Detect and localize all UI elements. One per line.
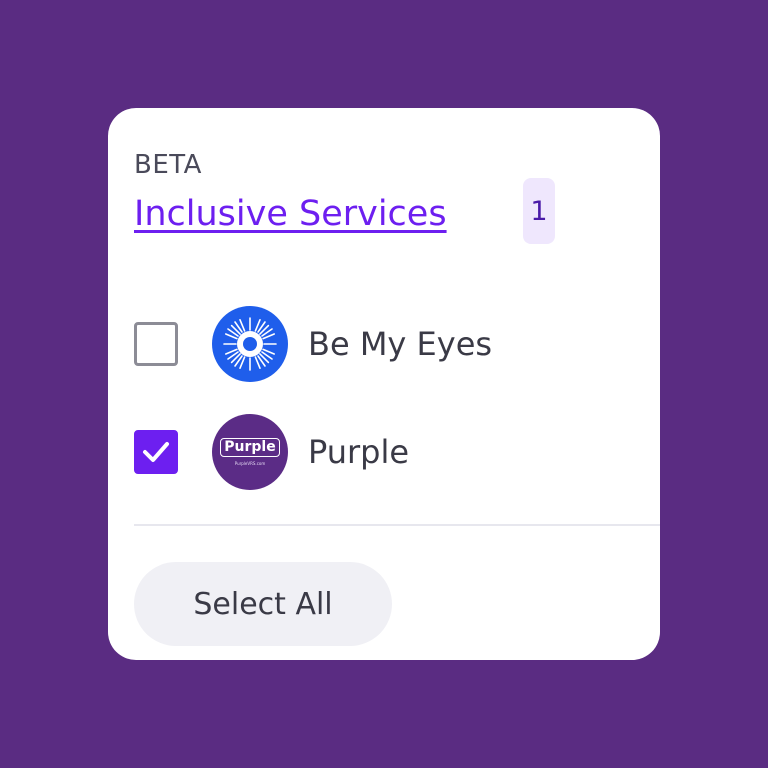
be-my-eyes-checkbox[interactable]: [134, 322, 178, 366]
purple-logo-icon: Purple PurpleVRS.com: [212, 414, 288, 490]
page-background: BETA Inclusive Services 1 Be My Eyes Pur…: [0, 0, 768, 768]
be-my-eyes-logo-icon: [212, 306, 288, 382]
purple-label: Purple: [308, 433, 410, 471]
services-card: BETA Inclusive Services 1 Be My Eyes Pur…: [108, 108, 660, 660]
divider: [134, 524, 660, 526]
count-badge: 1: [523, 178, 555, 244]
service-row-be-my-eyes[interactable]: Be My Eyes: [134, 306, 492, 382]
purple-logo-subtext: PurpleVRS.com: [234, 461, 266, 466]
be-my-eyes-label: Be My Eyes: [308, 325, 493, 363]
select-all-button[interactable]: Select All: [134, 562, 392, 646]
purple-logo-word: Purple: [220, 438, 280, 457]
purple-checkbox[interactable]: [134, 430, 178, 474]
service-row-purple[interactable]: Purple PurpleVRS.com Purple: [134, 414, 409, 490]
checkmark-icon: [143, 442, 169, 462]
beta-label: BETA: [134, 150, 202, 180]
inclusive-services-link[interactable]: Inclusive Services: [134, 194, 447, 234]
